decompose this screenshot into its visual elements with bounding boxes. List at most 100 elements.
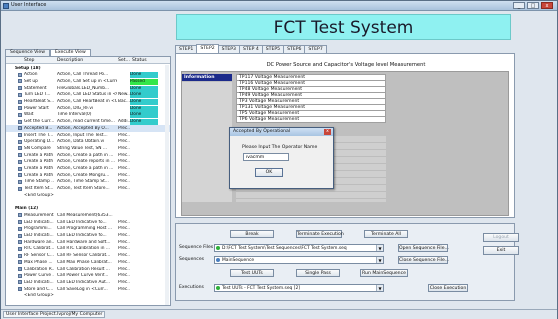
table-row[interactable]: Hardware an... Call Hardware and Soft... P… bbox=[6, 239, 170, 246]
step-type-icon bbox=[18, 99, 22, 104]
sequence-select[interactable]: MainSequence ▼ bbox=[214, 256, 384, 264]
step-settings: Prec... bbox=[118, 145, 130, 151]
table-row[interactable]: Set up Action, Call Set up in <Current ..… bbox=[6, 78, 170, 85]
table-row[interactable]: Power Curve ... Call Power Curve Verif...… bbox=[6, 273, 170, 280]
table-row[interactable]: Create a Path Action, Create a path in ..… bbox=[6, 166, 170, 173]
section-title: DC Power Source and Capacitor's Voltage … bbox=[266, 62, 426, 68]
tab-step5[interactable]: STEP5 bbox=[261, 45, 285, 53]
step-status bbox=[130, 146, 158, 152]
logout-button[interactable]: Logout bbox=[483, 233, 519, 242]
step-name: Test Item St... bbox=[24, 186, 54, 192]
table-row[interactable]: HeartBeat S... Action, Call HeartBeat in … bbox=[6, 99, 170, 106]
step-status bbox=[130, 159, 158, 165]
table-row[interactable]: Create a Path Action, Create reports in .… bbox=[6, 159, 170, 166]
step-panel: DC Power Source and Capacitor's Voltage … bbox=[175, 53, 515, 218]
table-row[interactable]: Create a Path Action, Create a path in ..… bbox=[6, 152, 170, 159]
col-description[interactable]: Description bbox=[57, 58, 83, 63]
step-name: <End Group> bbox=[24, 192, 54, 198]
table-row[interactable]: Action Action, Call Thread Po... Done bbox=[6, 72, 170, 79]
step-name: Power Start bbox=[24, 105, 49, 111]
table-row[interactable]: Power Start Action, DIG_RF.vi Done bbox=[6, 105, 170, 112]
step-status: Done bbox=[130, 99, 158, 105]
step-type-icon bbox=[18, 186, 22, 191]
vertical-scrollbar[interactable] bbox=[165, 65, 169, 305]
step-status: Passed bbox=[130, 78, 158, 85]
table-row[interactable]: Max Phase ... Call Max Phase Calibrat... P… bbox=[6, 259, 170, 266]
table-row[interactable]: Time Stamp ... Action, Time Stamp St... Pr… bbox=[6, 179, 170, 186]
ok-button[interactable]: OK bbox=[255, 168, 283, 177]
table-row[interactable] bbox=[6, 199, 170, 206]
tab-step2[interactable]: STEP2 bbox=[196, 44, 219, 53]
tab-step1[interactable]: STEP1 bbox=[175, 45, 198, 53]
maximize-button[interactable]: □ bbox=[527, 2, 539, 9]
table-row[interactable]: Measurement...Call Measurement(6353... bbox=[6, 212, 170, 219]
tab-step7[interactable]: STEP7 bbox=[304, 45, 327, 53]
step-status bbox=[130, 287, 158, 293]
close-button[interactable]: x bbox=[541, 2, 553, 9]
open-sequence-file-button[interactable]: Open Sequence File... bbox=[398, 244, 449, 252]
window-title: User Interface bbox=[11, 2, 47, 8]
col-status[interactable]: Status bbox=[132, 58, 147, 63]
col-set[interactable]: Set... bbox=[118, 58, 130, 63]
step-name: Measurement... bbox=[24, 212, 54, 218]
table-row[interactable]: LED Indicati... Call LED Indicative Aut..… bbox=[6, 279, 170, 286]
step-type-icon bbox=[18, 226, 22, 231]
step-name: Calibration R... bbox=[24, 266, 54, 272]
step-description: Call Programming Host ... bbox=[57, 226, 112, 232]
table-row[interactable]: <End Group> bbox=[6, 293, 170, 300]
sequence-file-select[interactable]: D:\FCT Test System\Test Sequences\FCT Te… bbox=[214, 244, 384, 252]
single-pass-button[interactable]: Single Pass bbox=[296, 269, 340, 277]
tab-execute-view[interactable]: Execute View bbox=[50, 49, 91, 56]
table-row[interactable]: Statement FileGlobals.LED_Numb... Done bbox=[6, 85, 170, 92]
step-settings: Prec... bbox=[118, 259, 130, 265]
group-row[interactable]: Main (12) bbox=[6, 206, 170, 213]
step-name: RF Sensor C... bbox=[24, 253, 54, 259]
tab-step4[interactable]: STEP 4 bbox=[238, 45, 263, 53]
run-mainsequence-button[interactable]: Run MainSequence bbox=[360, 269, 408, 277]
tab-sequence-view[interactable]: Sequence View bbox=[5, 49, 51, 56]
step-name: Set up bbox=[24, 78, 38, 84]
table-row[interactable]: SN Compare String Value Test, SN ... Prec.… bbox=[6, 145, 170, 152]
table-row[interactable]: Test Item St... Action, Test Item Store..… bbox=[6, 186, 170, 193]
terminate-all-button[interactable]: Terminate All bbox=[364, 230, 408, 238]
table-row[interactable]: RTC Calibrat... Call RTC Calibration in .… bbox=[6, 246, 170, 253]
break-button[interactable]: Break bbox=[230, 230, 274, 238]
step-status bbox=[130, 193, 158, 199]
step-status bbox=[130, 233, 158, 239]
step-description: Action, Call Set up in <Current ... bbox=[57, 78, 117, 84]
operator-name-input[interactable] bbox=[243, 153, 289, 161]
group-row[interactable]: Setup (18) bbox=[6, 65, 170, 72]
table-row[interactable]: LED Indicati... Call LED Indicative fo...… bbox=[6, 219, 170, 226]
execution-select[interactable]: Test UUTs - FCT Test System.seq [2] ▼ bbox=[214, 284, 384, 292]
table-row[interactable]: Get the Curr... Action, read current time… bbox=[6, 119, 170, 126]
sequences-label: Sequences bbox=[179, 257, 205, 262]
table-row[interactable]: Wait Time Interval(0) Done bbox=[6, 112, 170, 119]
col-step[interactable]: Step bbox=[24, 58, 34, 63]
app-banner-title: FCT Test System bbox=[176, 14, 511, 40]
test-uuts-button[interactable]: Test UUTs bbox=[230, 269, 274, 277]
tab-step3[interactable]: STEP3 bbox=[217, 45, 240, 53]
close-execution-button[interactable]: Close Execution bbox=[428, 284, 468, 292]
table-row[interactable]: Accepted B... Action, Accepted By O... Pre… bbox=[6, 125, 170, 132]
table-row[interactable]: Calibration R... Call Calibration Result … bbox=[6, 266, 170, 273]
minimize-button[interactable]: _ bbox=[513, 2, 525, 9]
table-row[interactable]: Create a Path Action, Create Mongru... Pre… bbox=[6, 172, 170, 179]
step-settings: Addi... bbox=[118, 119, 130, 125]
table-row[interactable]: Store and C... Call SaveLog in <Curr... Pr… bbox=[6, 286, 170, 293]
measurement-item[interactable]: TP6 Voltage Measurement bbox=[236, 116, 386, 123]
tab-step6[interactable]: STEP6 bbox=[283, 45, 306, 53]
close-sequence-file-button[interactable]: Close Sequence File... bbox=[398, 256, 449, 264]
table-row[interactable]: RF Sensor C... Call RF Sensor Calibrat...… bbox=[6, 253, 170, 260]
terminate-execution-button[interactable]: Terminate Execution bbox=[296, 230, 344, 238]
table-row[interactable]: Turn LED T... Action, Call LED Status in … bbox=[6, 92, 170, 99]
step-type-icon bbox=[18, 119, 22, 124]
step-type-icon bbox=[18, 260, 22, 265]
table-row[interactable]: Programmi... Call Programming Host ... Pre… bbox=[6, 226, 170, 233]
table-row[interactable]: <End Group> bbox=[6, 192, 170, 199]
table-row[interactable]: Operating D... Action, Data Obtain.vi Prec… bbox=[6, 139, 170, 146]
table-row[interactable]: LED Indicati... Call LED Indicative fo...… bbox=[6, 233, 170, 240]
table-row[interactable]: Insert The T... Action, Input The Test...… bbox=[6, 132, 170, 139]
dialog-close-button[interactable]: x bbox=[324, 129, 331, 135]
step-status bbox=[130, 206, 158, 212]
exit-button[interactable]: Exit bbox=[483, 246, 519, 255]
